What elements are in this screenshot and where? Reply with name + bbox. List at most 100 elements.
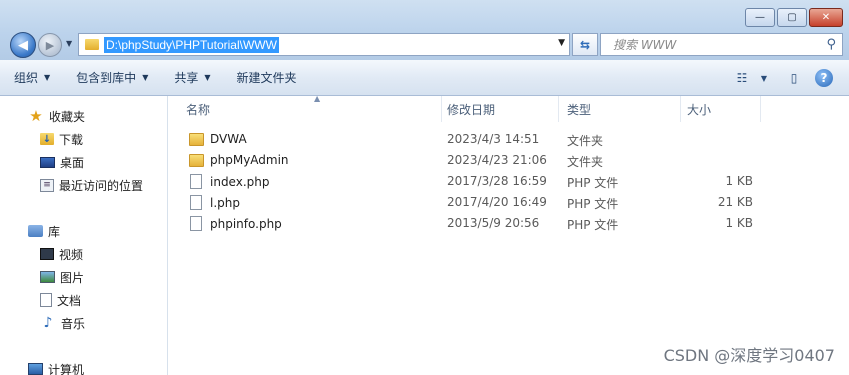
download-icon: ↓: [40, 133, 54, 145]
folder-icon: [85, 39, 99, 50]
column-header-name[interactable]: 名称 ▲: [178, 94, 442, 122]
view-list-icon[interactable]: ☷: [731, 67, 753, 89]
nav-item-favorites[interactable]: ★ 收藏夹: [28, 106, 85, 126]
folder-icon: [189, 132, 204, 146]
file-type: 文件夹: [567, 134, 604, 148]
nav-item-recent[interactable]: ≡ 最近访问的位置: [40, 175, 143, 195]
nav-item-videos[interactable]: 视频: [40, 244, 83, 264]
search-icon[interactable]: ⚲: [826, 37, 836, 52]
file-name-cell[interactable]: phpinfo.php: [189, 216, 282, 231]
history-dropdown-icon[interactable]: ▼: [66, 39, 72, 48]
file-date: 2017/3/28 16:59: [447, 174, 547, 188]
file-row[interactable]: phpinfo.php 2013/5/9 20:56 PHP 文件 1 KB: [169, 213, 849, 234]
watermark: CSDN @深度学习0407: [663, 346, 835, 365]
computer-icon: [28, 363, 43, 375]
column-label: 大小: [687, 102, 712, 117]
file-name: phpMyAdmin: [210, 153, 289, 167]
nav-item-pictures[interactable]: 图片: [40, 267, 84, 287]
recent-places-icon: ≡: [40, 178, 54, 192]
file-icon: [190, 174, 202, 189]
file-name-cell[interactable]: index.php: [189, 174, 269, 189]
file-date: 2013/5/9 20:56: [447, 216, 540, 230]
music-icon: ♪: [43, 315, 53, 331]
chevron-down-icon: ▼: [142, 73, 149, 82]
file-type: PHP 文件: [567, 218, 619, 232]
arrow-right-icon: ▶: [45, 38, 55, 52]
help-icon: ?: [815, 69, 833, 87]
picture-icon: [40, 271, 55, 283]
file-row[interactable]: l.php 2017/4/20 16:49 PHP 文件 21 KB: [169, 192, 849, 213]
file-name-cell[interactable]: phpMyAdmin: [189, 153, 289, 167]
file-date: 2017/4/20 16:49: [447, 195, 547, 209]
file-row[interactable]: DVWA 2023/4/3 14:51 文件夹: [169, 129, 849, 150]
nav-item-desktop[interactable]: 桌面: [40, 152, 84, 172]
nav-label: 文档: [57, 293, 82, 308]
arrow-left-icon: ◀: [18, 37, 28, 53]
nav-item-music[interactable]: ♪ 音乐: [40, 313, 85, 333]
star-icon: ★: [29, 107, 43, 125]
search-input[interactable]: 搜索 WWW: [613, 36, 676, 53]
file-date: 2023/4/23 21:06: [447, 153, 547, 167]
share-label: 共享: [174, 71, 199, 85]
window-controls: — ▢ ✕: [743, 8, 843, 27]
nav-label: 库: [48, 224, 61, 239]
forward-button[interactable]: ▶: [38, 33, 62, 57]
include-in-library-menu[interactable]: 包含到库中 ▼: [62, 60, 160, 96]
nav-label: 计算机: [48, 362, 85, 375]
folder-icon: [189, 153, 204, 167]
maximize-button[interactable]: ▢: [777, 8, 807, 27]
close-button[interactable]: ✕: [809, 8, 843, 27]
title-bar: — ▢ ✕ ◀ ▶ ▼ D:\phpStudy\PHPTutorial\WWW …: [0, 0, 849, 60]
new-folder-button[interactable]: 新建文件夹: [223, 60, 309, 96]
nav-label: 收藏夹: [49, 109, 86, 124]
nav-label: 图片: [60, 270, 85, 285]
chevron-down-icon[interactable]: ▼: [558, 38, 565, 48]
refresh-button[interactable]: ⇆: [572, 33, 598, 56]
share-menu[interactable]: 共享 ▼: [160, 60, 222, 96]
back-button[interactable]: ◀: [10, 32, 36, 58]
file-type: PHP 文件: [567, 197, 619, 211]
file-name-cell[interactable]: l.php: [189, 195, 240, 210]
file-size: 1 KB: [725, 174, 753, 188]
column-header-size[interactable]: 大小: [679, 96, 761, 122]
minimize-button[interactable]: —: [745, 8, 775, 27]
organize-menu[interactable]: 组织 ▼: [0, 60, 62, 96]
sort-ascending-icon: ▲: [314, 94, 321, 103]
file-size: 21 KB: [717, 195, 753, 209]
file-row[interactable]: phpMyAdmin 2023/4/23 21:06 文件夹: [169, 150, 849, 171]
column-label: 名称: [186, 102, 211, 117]
file-date: 2023/4/3 14:51: [447, 132, 540, 146]
file-icon: [190, 216, 202, 231]
nav-item-documents[interactable]: 文档: [40, 290, 81, 310]
nav-item-downloads[interactable]: ↓ 下载: [40, 129, 83, 149]
nav-label: 最近访问的位置: [59, 178, 144, 193]
help-button[interactable]: ?: [813, 67, 835, 89]
library-icon: [28, 225, 43, 237]
file-name-cell[interactable]: DVWA: [189, 132, 247, 146]
column-label: 修改日期: [447, 102, 496, 117]
file-row[interactable]: index.php 2017/3/28 16:59 PHP 文件 1 KB: [169, 171, 849, 192]
file-icon: [190, 195, 202, 210]
file-name: l.php: [210, 195, 240, 210]
nav-label: 桌面: [60, 155, 85, 170]
column-header-modified[interactable]: 修改日期: [439, 96, 559, 122]
file-size: 1 KB: [725, 216, 753, 230]
chevron-down-icon[interactable]: ▼: [753, 67, 775, 89]
command-bar: 组织 ▼ 包含到库中 ▼ 共享 ▼ 新建文件夹 ☷ ▼ ▯ ?: [0, 60, 849, 96]
preview-pane-icon[interactable]: ▯: [783, 67, 805, 89]
nav-item-computer[interactable]: 计算机: [28, 359, 84, 375]
new-folder-label: 新建文件夹: [236, 71, 297, 85]
file-name: index.php: [210, 174, 270, 189]
organize-label: 组织: [14, 71, 39, 85]
document-icon: [40, 293, 52, 307]
nav-label: 音乐: [61, 316, 86, 331]
address-bar[interactable]: D:\phpStudy\PHPTutorial\WWW ▼: [78, 33, 570, 56]
desktop-icon: [40, 156, 55, 168]
column-header-type[interactable]: 类型: [559, 96, 681, 122]
nav-item-libraries[interactable]: 库: [28, 221, 60, 241]
navigation-pane: ★ 收藏夹 ↓ 下载 桌面 ≡ 最近访问的位置 库 视频 图片 文档 ♪ 音乐 …: [0, 96, 168, 375]
file-type: PHP 文件: [567, 176, 619, 190]
address-path[interactable]: D:\phpStudy\PHPTutorial\WWW: [104, 36, 279, 53]
chevron-down-icon: ▼: [44, 73, 51, 82]
search-box[interactable]: 搜索 WWW ⚲: [600, 33, 843, 56]
